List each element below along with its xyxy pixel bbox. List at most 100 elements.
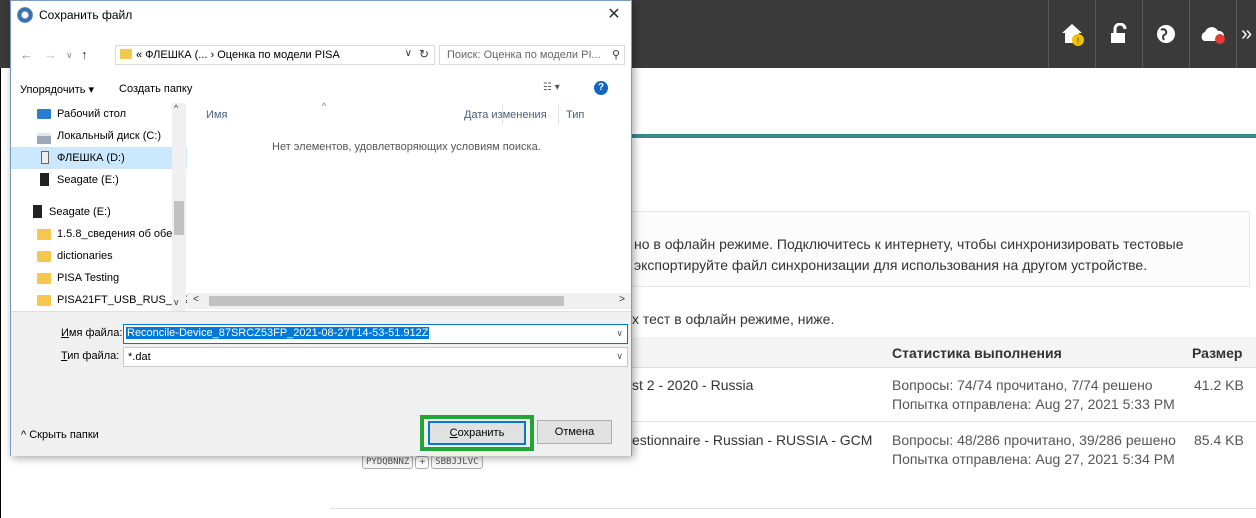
command-bar: Упорядочить ▾ Создать папку ☷ ▾ ? (11, 79, 631, 101)
folder-icon (37, 295, 51, 306)
globe-icon[interactable] (1142, 0, 1189, 68)
row-test-name: st 2 - 2020 - Russia (632, 377, 754, 393)
folder-icon (120, 49, 132, 59)
scroll-up-icon[interactable]: ^ (174, 103, 178, 113)
help-icon[interactable]: ? (594, 81, 608, 95)
column-header-name[interactable]: Имя (206, 109, 227, 121)
save-file-dialog: Сохранить файл ✕ ← → ∨ ↑ « ФЛЕШКА (... ›… (10, 0, 632, 456)
chevron-down-icon[interactable]: ∨ (616, 328, 623, 339)
forward-arrow-icon[interactable]: → (44, 47, 57, 62)
dialog-title: Сохранить файл (39, 8, 133, 22)
dialog-titlebar: Сохранить файл ✕ (11, 1, 631, 29)
nav-item-local-disk[interactable]: Локальный диск (C:) (11, 125, 187, 147)
address-bar[interactable]: « ФЛЕШКА (... › Оценка по модели PISA ∨ … (115, 45, 435, 65)
search-placeholder: Поиск: Оценка по модели PI... (447, 49, 601, 61)
navigation-bar: ← → ∨ ↑ « ФЛЕШКА (... › Оценка по модели… (11, 43, 631, 69)
nav-item-label: Локальный диск (C:) (57, 130, 162, 142)
organize-button[interactable]: Упорядочить ▾ (20, 83, 94, 96)
tests-intro-text: х тест в офлайн режиме, ниже. (632, 311, 835, 327)
navigation-pane: Рабочий стол Локальный диск (C:) ФЛЕШКА … (11, 101, 187, 313)
file-list-scrollbar[interactable]: < > (187, 293, 631, 309)
nav-item-folder[interactable]: PISA21FT_USB_RUS_202 (11, 289, 187, 311)
desktop-icon (37, 109, 51, 119)
nav-item-folder[interactable]: 1.5.8_сведения об обе (11, 223, 187, 245)
back-arrow-icon[interactable]: ← (20, 47, 33, 62)
cloud-alert-icon[interactable] (1189, 0, 1236, 68)
nav-item-label: Seagate (E:) (57, 174, 119, 186)
unlock-icon[interactable] (1095, 0, 1142, 68)
table-bottom-border (330, 508, 1256, 509)
badge-separator: + (415, 455, 430, 469)
scroll-down-icon[interactable]: v (174, 297, 179, 307)
code-badge: SBBJJLVC (431, 455, 483, 469)
row-test-name: estionnaire - Russian - RUSSIA - GCM (632, 432, 873, 448)
nav-item-flash-drive[interactable]: ФЛЕШКА (D:) (11, 147, 187, 169)
hide-folders-button[interactable]: ^ Скрыть папки (21, 429, 99, 441)
save-button[interactable]: Сохранить (428, 421, 526, 445)
scroll-left-icon[interactable]: < (193, 294, 199, 305)
browser-icon (17, 7, 33, 23)
nav-item-label: PISA Testing (57, 272, 120, 284)
folder-icon (37, 229, 51, 240)
nav-item-folder[interactable]: PISA Testing (11, 267, 187, 289)
address-path: « ФЛЕШКА (... › Оценка по модели PISA (136, 49, 340, 61)
nav-item-seagate[interactable]: Seagate (E:) (11, 169, 187, 191)
home-warning-icon[interactable]: ! (1048, 0, 1095, 68)
topbar-icons: ! » (1048, 0, 1256, 68)
filename-label: Имя файла: (61, 327, 123, 339)
column-header-size: Размер (1192, 345, 1243, 361)
column-divider[interactable] (558, 105, 559, 125)
nav-item-folder[interactable]: dictionaries (11, 245, 187, 267)
table-header: Статистика выполнения Размер (632, 337, 1256, 368)
usb-drive-icon (41, 151, 49, 164)
scrollbar-thumb[interactable] (174, 201, 184, 235)
up-arrow-icon[interactable]: ↑ (81, 47, 88, 62)
folder-icon (37, 251, 51, 262)
close-button[interactable]: ✕ (603, 4, 625, 26)
filetype-value: *.dat (128, 351, 151, 363)
file-fields: Имя файла: Reconcile-Device_87SRCZ53FP_2… (11, 311, 631, 456)
scrollbar-thumb[interactable] (209, 296, 564, 306)
drive-icon (37, 133, 51, 144)
column-header-type[interactable]: Тип (566, 109, 584, 121)
filename-value: Reconcile-Device_87SRCZ53FP_2021-08-27T1… (126, 327, 430, 339)
more-icon[interactable]: » (1236, 0, 1256, 68)
offline-notice-line1: но в офлайн режиме. Подключитесь к интер… (634, 236, 1184, 252)
scroll-right-icon[interactable]: > (619, 294, 625, 305)
section-divider (632, 134, 1256, 138)
nav-item-label: 1.5.8_сведения об обе (57, 228, 173, 240)
test-code-badges: PYDQBNNZ + SBBJJLVC (362, 455, 483, 469)
nav-item-label: Seagate (E:) (49, 206, 111, 218)
nav-pane-scrollbar[interactable]: ^ v (172, 103, 186, 313)
row-stats-submitted: Попытка отправлена: Aug 27, 2021 5:33 PM (892, 396, 1175, 412)
filetype-label: Тип файла: (61, 350, 120, 362)
nav-item-desktop[interactable]: Рабочий стол (11, 103, 187, 125)
window-border (0, 0, 1, 518)
empty-folder-message: Нет элементов, удовлетворяющих условиям … (272, 141, 541, 153)
external-drive-icon (40, 173, 49, 186)
row-divider (632, 421, 1256, 422)
nav-item-label: PISA21FT_USB_RUS_202 (57, 294, 187, 306)
filetype-select[interactable]: *.dat ∨ (123, 347, 628, 367)
row-size: 41.2 KB (1194, 377, 1244, 393)
code-badge: PYDQBNNZ (362, 455, 414, 469)
row-stats-questions: Вопросы: 74/74 прочитано, 7/74 решено (892, 377, 1153, 393)
offline-notice-line2: экспортируйте файл синхронизации для исп… (634, 257, 1148, 273)
search-icon: ⚲ (611, 49, 620, 61)
chevron-down-icon[interactable]: ∨ (616, 351, 623, 362)
row-stats-submitted: Попытка отправлена: Aug 27, 2021 5:34 PM (892, 451, 1175, 467)
new-folder-button[interactable]: Создать папку (119, 83, 192, 95)
nav-item-label: Рабочий стол (57, 108, 127, 120)
external-drive-icon (33, 205, 42, 218)
row-size: 85.4 KB (1194, 432, 1244, 448)
filename-input[interactable]: Reconcile-Device_87SRCZ53FP_2021-08-27T1… (123, 324, 628, 344)
folder-icon (37, 273, 51, 284)
refresh-icon[interactable]: ↻ (419, 47, 429, 61)
search-input[interactable]: Поиск: Оценка по модели PI... ⚲ (439, 45, 625, 65)
view-options-icon[interactable]: ☷ ▾ (543, 82, 560, 93)
recent-locations-icon[interactable]: ∨ (66, 50, 73, 61)
cancel-button[interactable]: Отмена (537, 420, 612, 444)
column-header-date[interactable]: Дата изменения (464, 109, 547, 121)
chevron-down-icon[interactable]: ∨ (405, 48, 412, 59)
nav-item-seagate[interactable]: Seagate (E:) (11, 201, 187, 223)
